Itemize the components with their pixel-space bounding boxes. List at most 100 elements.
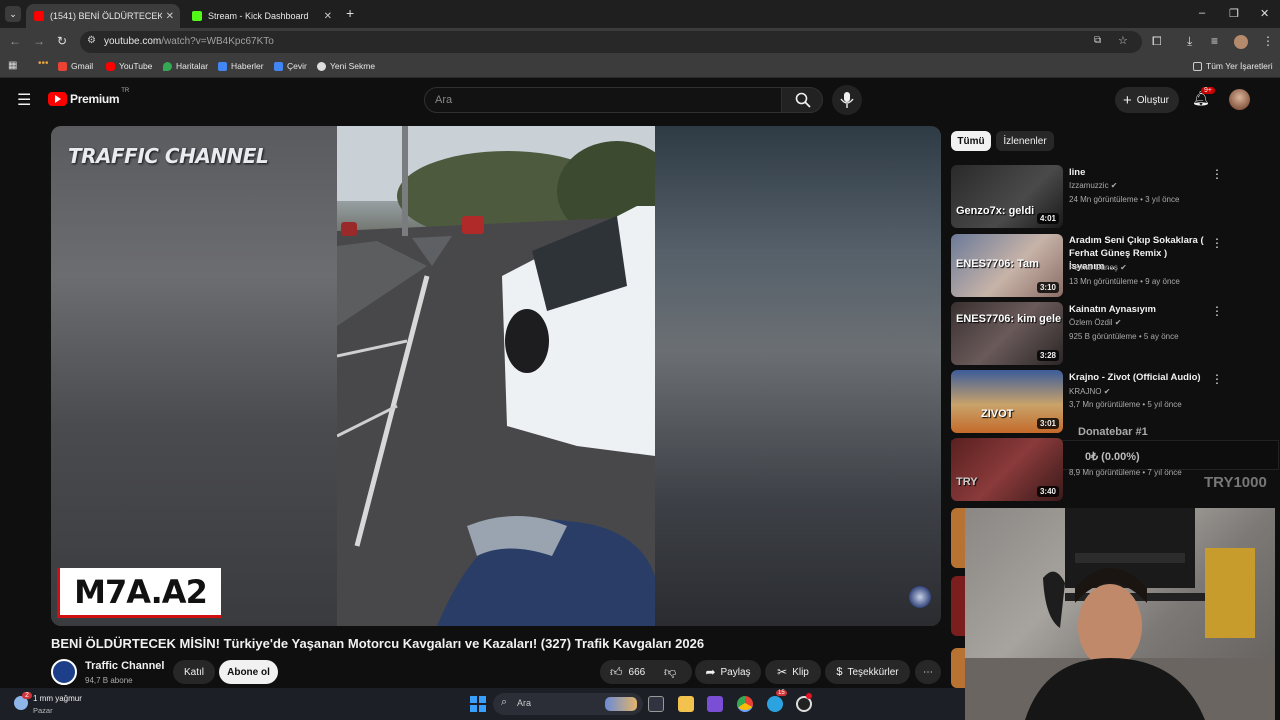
app-icon[interactable] bbox=[707, 696, 723, 712]
site-info-icon[interactable]: ⚙ bbox=[87, 35, 96, 46]
channel-avatar[interactable] bbox=[51, 659, 77, 685]
plus-icon: + bbox=[1123, 91, 1132, 109]
create-button[interactable]: + Oluştur bbox=[1115, 87, 1179, 113]
new-tab-icon[interactable]: + bbox=[346, 5, 354, 21]
recommended-thumbnail[interactable] bbox=[951, 508, 965, 568]
youtube-logo[interactable]: Premium TR bbox=[48, 88, 129, 106]
join-button[interactable]: Katıl bbox=[173, 660, 215, 684]
recommended-title[interactable]: Kainatın Aynasıyım bbox=[1069, 303, 1205, 316]
bookmark-youtube[interactable]: YouTube bbox=[106, 61, 152, 71]
more-horizontal-icon: ⋯ bbox=[923, 666, 933, 678]
reload-icon[interactable]: ↻ bbox=[57, 34, 67, 48]
tab-youtube[interactable]: (1541) BENİ ÖLDÜRTECEK MİSİ ✕ bbox=[26, 4, 180, 28]
downloads-icon[interactable]: ⤓ bbox=[1187, 34, 1192, 49]
search-input[interactable]: Ara bbox=[424, 87, 782, 113]
install-app-icon[interactable]: ⧉ bbox=[1094, 35, 1101, 46]
bookmark-star-icon[interactable]: ☆ bbox=[1118, 34, 1128, 47]
maps-icon bbox=[163, 61, 172, 71]
tab-close-icon[interactable]: ✕ bbox=[166, 11, 174, 22]
recommended-channel[interactable]: KRAJNO ✔ bbox=[1069, 387, 1110, 396]
chrome-menu-icon[interactable]: ⋮ bbox=[1262, 34, 1274, 48]
more-options-icon[interactable]: ⋮ bbox=[1211, 304, 1223, 318]
donatebar-target: TRY1000 bbox=[1204, 474, 1267, 491]
windows-start-icon[interactable] bbox=[470, 696, 486, 712]
channel-branding-icon[interactable] bbox=[909, 586, 931, 608]
back-icon[interactable]: ← bbox=[9, 34, 21, 48]
clip-button[interactable]: ✂ Klip bbox=[765, 660, 821, 684]
search-icon: ⌕ bbox=[501, 696, 508, 708]
obs-icon[interactable] bbox=[796, 693, 812, 712]
video-frame bbox=[337, 126, 655, 626]
chrome-icon[interactable] bbox=[737, 696, 753, 712]
recommended-thumbnail[interactable]: ENES7706: Tam 3:10 bbox=[951, 234, 1063, 297]
recommended-thumbnail[interactable]: Genzo7x: geldi 4:01 bbox=[951, 165, 1063, 228]
recommended-thumbnail[interactable]: ENES7706: kim gele 3:28 bbox=[951, 302, 1063, 365]
apps-grid-icon[interactable]: ▦ bbox=[8, 60, 17, 71]
thanks-label: Teşekkürler bbox=[847, 666, 899, 678]
bookmark-gmail[interactable]: Gmail bbox=[58, 61, 93, 71]
bookmark-label: YouTube bbox=[119, 61, 153, 71]
account-avatar[interactable] bbox=[1229, 89, 1250, 110]
tab-kick[interactable]: Stream - Kick Dashboard ✕ bbox=[184, 4, 338, 28]
tab-search-button[interactable]: ⌄ bbox=[5, 6, 21, 22]
telegram-badge: 15 bbox=[776, 690, 787, 696]
channel-name[interactable]: Traffic Channel bbox=[85, 660, 164, 672]
address-bar[interactable]: ⚙ youtube.com/watch?v=WB4Kpc67KTo ⧉ ☆ bbox=[80, 31, 1142, 53]
recommended-channel[interactable]: Ferhat Güneş ✔ bbox=[1069, 263, 1127, 272]
bookmark-haberler[interactable]: Haberler bbox=[218, 61, 264, 71]
recommended-title[interactable]: line bbox=[1069, 166, 1205, 179]
search-icon bbox=[795, 92, 811, 108]
recommended-meta: 3,7 Mn görüntüleme • 5 yıl önce bbox=[1069, 400, 1182, 409]
extensions-icon[interactable]: ⧠ bbox=[1152, 34, 1162, 49]
share-button[interactable]: ➦ Paylaş bbox=[695, 660, 761, 684]
recommended-channel[interactable]: Özlem Özdil ✔ bbox=[1069, 318, 1122, 327]
chip-watched[interactable]: İzlenenler bbox=[996, 131, 1054, 151]
search-button[interactable] bbox=[781, 87, 823, 113]
bookmark-yeni-sekme[interactable]: Yeni Sekme bbox=[317, 61, 375, 71]
chip-all[interactable]: Tümü bbox=[951, 131, 991, 151]
bookmark-folder-dots-icon[interactable]: ••• bbox=[38, 58, 49, 69]
maximize-icon[interactable]: ❐ bbox=[1229, 7, 1239, 20]
voice-search-button[interactable] bbox=[832, 85, 862, 115]
subscribe-button[interactable]: Abone ol bbox=[219, 660, 278, 684]
more-options-icon[interactable]: ⋮ bbox=[1211, 167, 1223, 181]
url-text: youtube.com/watch?v=WB4Kpc67KTo bbox=[104, 36, 274, 47]
hamburger-menu-icon[interactable]: ☰ bbox=[17, 90, 31, 110]
like-button[interactable]: 👍︎ 666 bbox=[610, 665, 645, 680]
notifications-button[interactable]: 🔔︎ 9+ bbox=[1192, 87, 1215, 108]
more-options-icon[interactable]: ⋮ bbox=[1211, 372, 1223, 386]
bookmark-haritalar[interactable]: Haritalar bbox=[163, 61, 208, 71]
verified-icon: ✔ bbox=[1103, 387, 1111, 396]
recommended-channel[interactable]: Izzamuzzic ✔ bbox=[1069, 181, 1118, 190]
file-explorer-icon[interactable] bbox=[678, 696, 694, 712]
recommended-thumbnail[interactable]: TRY 3:40 bbox=[951, 438, 1063, 501]
forward-icon[interactable]: → bbox=[33, 34, 45, 48]
browser-tab-strip: ⌄ (1541) BENİ ÖLDÜRTECEK MİSİ ✕ Stream -… bbox=[0, 0, 1280, 28]
recommended-thumbnail[interactable] bbox=[951, 576, 965, 636]
road-scene-image bbox=[337, 126, 655, 626]
task-view-icon[interactable] bbox=[648, 696, 664, 712]
recommended-thumbnail[interactable]: ZIVOT 3:01 bbox=[951, 370, 1063, 433]
thumbnail-overlay-text: ENES7706: Tam bbox=[956, 258, 1039, 270]
recommended-thumbnail[interactable] bbox=[951, 648, 965, 688]
video-player[interactable]: TRAFFIC CHANNEL M7A.A2 bbox=[51, 126, 941, 626]
more-options-icon[interactable]: ⋮ bbox=[1211, 236, 1223, 250]
search-highlight-icon bbox=[605, 697, 637, 711]
recommended-title[interactable]: Krajno - Zivot (Official Audio) bbox=[1069, 371, 1205, 384]
close-window-icon[interactable]: ✕ bbox=[1260, 7, 1269, 20]
kick-favicon-icon bbox=[192, 11, 202, 21]
more-actions-button[interactable]: ⋯ bbox=[915, 660, 941, 684]
telegram-icon[interactable]: 15 bbox=[767, 690, 787, 712]
taskbar-search-input[interactable]: ⌕ Ara bbox=[493, 693, 643, 715]
profile-avatar[interactable] bbox=[1234, 35, 1248, 49]
bookmarks-bar: ▦ ••• Gmail YouTube Haritalar Haberler Ç… bbox=[0, 56, 1280, 78]
reading-list-icon[interactable]: ≡ bbox=[1211, 34, 1218, 48]
all-bookmarks[interactable]: Tüm Yer İşaretleri bbox=[1193, 61, 1273, 71]
tab-close-icon[interactable]: ✕ bbox=[324, 11, 332, 22]
minimize-icon[interactable]: – bbox=[1199, 7, 1205, 19]
folder-icon bbox=[1193, 61, 1202, 71]
channel-watermark: TRAFFIC CHANNEL bbox=[68, 144, 269, 168]
dislike-button[interactable]: 👎︎ bbox=[664, 665, 676, 680]
thanks-button[interactable]: $ Teşekkürler bbox=[825, 660, 910, 684]
bookmark-cevir[interactable]: Çevir bbox=[274, 61, 307, 71]
